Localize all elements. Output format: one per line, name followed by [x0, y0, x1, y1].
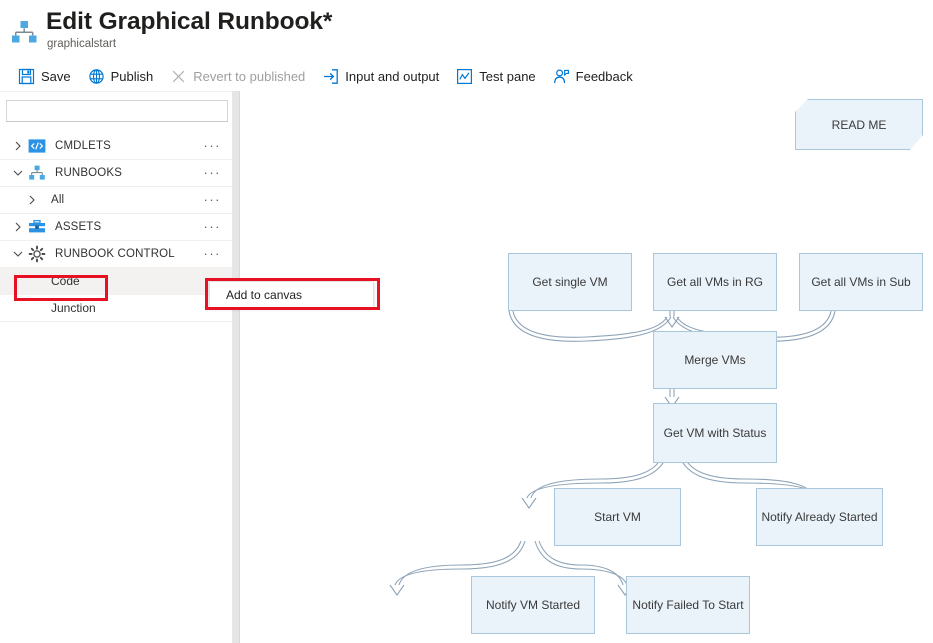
canvas-node-get-single-vm[interactable]: Get single VM: [508, 253, 632, 311]
canvas-note-readme[interactable]: READ ME: [795, 99, 923, 150]
tree-item-label: All: [51, 194, 65, 206]
feedback-button[interactable]: Feedback: [553, 63, 633, 90]
canvas-node-label: Notify Already Started: [761, 510, 878, 524]
canvas-node-start-vm[interactable]: Start VM: [554, 488, 681, 546]
row-more-menu[interactable]: ···: [204, 139, 222, 152]
feedback-label: Feedback: [575, 69, 633, 84]
chevron-down-icon: [13, 251, 23, 257]
canvas-node-label: Get single VM: [532, 275, 608, 289]
page-title-more-menu[interactable]: ···: [296, 17, 314, 31]
globe-icon: [88, 69, 104, 84]
input-output-icon: [324, 69, 339, 84]
revert-to-published-label: Revert to published: [193, 69, 306, 84]
feedback-person-icon: [553, 69, 569, 84]
chevron-right-icon: [15, 222, 21, 232]
row-more-menu[interactable]: ···: [204, 193, 222, 206]
library-tree: CMDLETS ··· RUNBOOKS ··· All ··· ASSETS …: [0, 133, 232, 322]
tree-item-assets[interactable]: ASSETS ···: [0, 214, 232, 241]
library-sidebar: CMDLETS ··· RUNBOOKS ··· All ··· ASSETS …: [0, 91, 232, 643]
tree-item-cmdlets[interactable]: CMDLETS ···: [0, 133, 232, 160]
canvas-node-notify-failed-to-start[interactable]: Notify Failed To Start: [626, 576, 750, 634]
gear-icon: [28, 245, 46, 263]
canvas-node-label: Get VM with Status: [663, 426, 767, 440]
briefcase-icon: [29, 219, 45, 233]
revert-to-published-button[interactable]: Revert to published: [170, 63, 305, 90]
canvas-node-get-all-vms-in-rg[interactable]: Get all VMs in RG: [653, 253, 777, 311]
graph-connectors: [389, 310, 836, 596]
chevron-right-icon: [29, 195, 35, 205]
tree-item-runbooks[interactable]: RUNBOOKS ···: [0, 160, 232, 187]
input-and-output-button[interactable]: Input and output: [322, 63, 439, 90]
canvas-node-notify-already-started[interactable]: Notify Already Started: [756, 488, 883, 546]
test-pane-button[interactable]: Test pane: [456, 63, 536, 90]
tree-item-all[interactable]: All ···: [0, 187, 232, 214]
chevron-down-icon: [13, 170, 23, 176]
search-box: [6, 100, 228, 122]
test-chart-icon: [457, 69, 473, 85]
page-subtitle: graphicalstart: [47, 38, 117, 50]
test-pane-label: Test pane: [479, 69, 536, 84]
close-x-icon: [173, 70, 185, 83]
chevron-right-icon: [15, 141, 21, 151]
code-brackets-icon: [28, 139, 46, 153]
tree-item-runbook-control[interactable]: RUNBOOK CONTROL ···: [0, 241, 232, 268]
tree-item-junction[interactable]: Junction ···: [0, 295, 232, 322]
canvas-node-get-vm-with-status[interactable]: Get VM with Status: [653, 403, 777, 463]
row-more-menu[interactable]: ···: [204, 166, 222, 179]
sidebar-splitter[interactable]: [232, 91, 240, 643]
runbook-canvas[interactable]: READ ME Get single VM Get all VMs in RG …: [241, 91, 933, 643]
context-menu-item-label: Add to canvas: [226, 287, 303, 302]
canvas-node-label: Notify VM Started: [485, 598, 581, 612]
command-bar: Save Publish Revert to published Input a…: [0, 62, 933, 91]
publish-button[interactable]: Publish: [88, 63, 154, 90]
row-more-menu[interactable]: ···: [204, 247, 222, 260]
row-more-menu[interactable]: ···: [204, 220, 222, 233]
tree-item-code[interactable]: Code: [0, 268, 232, 295]
tree-item-label: RUNBOOKS: [55, 167, 123, 179]
tree-item-label: ASSETS: [55, 221, 102, 233]
canvas-node-label: Get all VMs in Sub: [811, 275, 911, 289]
tree-item-label: CMDLETS: [55, 140, 112, 152]
save-label: Save: [41, 69, 71, 84]
canvas-node-notify-vm-started[interactable]: Notify VM Started: [471, 576, 595, 634]
tree-item-label: Junction: [51, 301, 96, 315]
save-button[interactable]: Save: [18, 63, 71, 90]
canvas-node-label: Get all VMs in RG: [666, 275, 764, 289]
page-title: Edit Graphical Runbook*: [46, 8, 333, 35]
canvas-node-label: Notify Failed To Start: [632, 598, 744, 612]
runbook-hierarchy-icon: [12, 21, 37, 43]
canvas-node-label: Merge VMs: [684, 353, 746, 367]
canvas-node-get-all-vms-in-sub[interactable]: Get all VMs in Sub: [799, 253, 923, 311]
canvas-node-label: Start VM: [594, 510, 641, 524]
tree-item-label: Code: [51, 274, 80, 288]
publish-label: Publish: [110, 69, 154, 84]
save-icon: [18, 68, 35, 85]
input-and-output-label: Input and output: [345, 69, 440, 84]
context-menu-add-to-canvas[interactable]: Add to canvas: [209, 281, 374, 308]
canvas-node-merge-vms[interactable]: Merge VMs: [653, 331, 777, 389]
tree-item-label: RUNBOOK CONTROL: [55, 248, 175, 260]
hierarchy-icon: [29, 165, 45, 180]
canvas-note-label: READ ME: [831, 117, 887, 132]
search-input[interactable]: [6, 100, 228, 122]
page-header: Edit Graphical Runbook* ··· graphicalsta…: [0, 0, 933, 62]
